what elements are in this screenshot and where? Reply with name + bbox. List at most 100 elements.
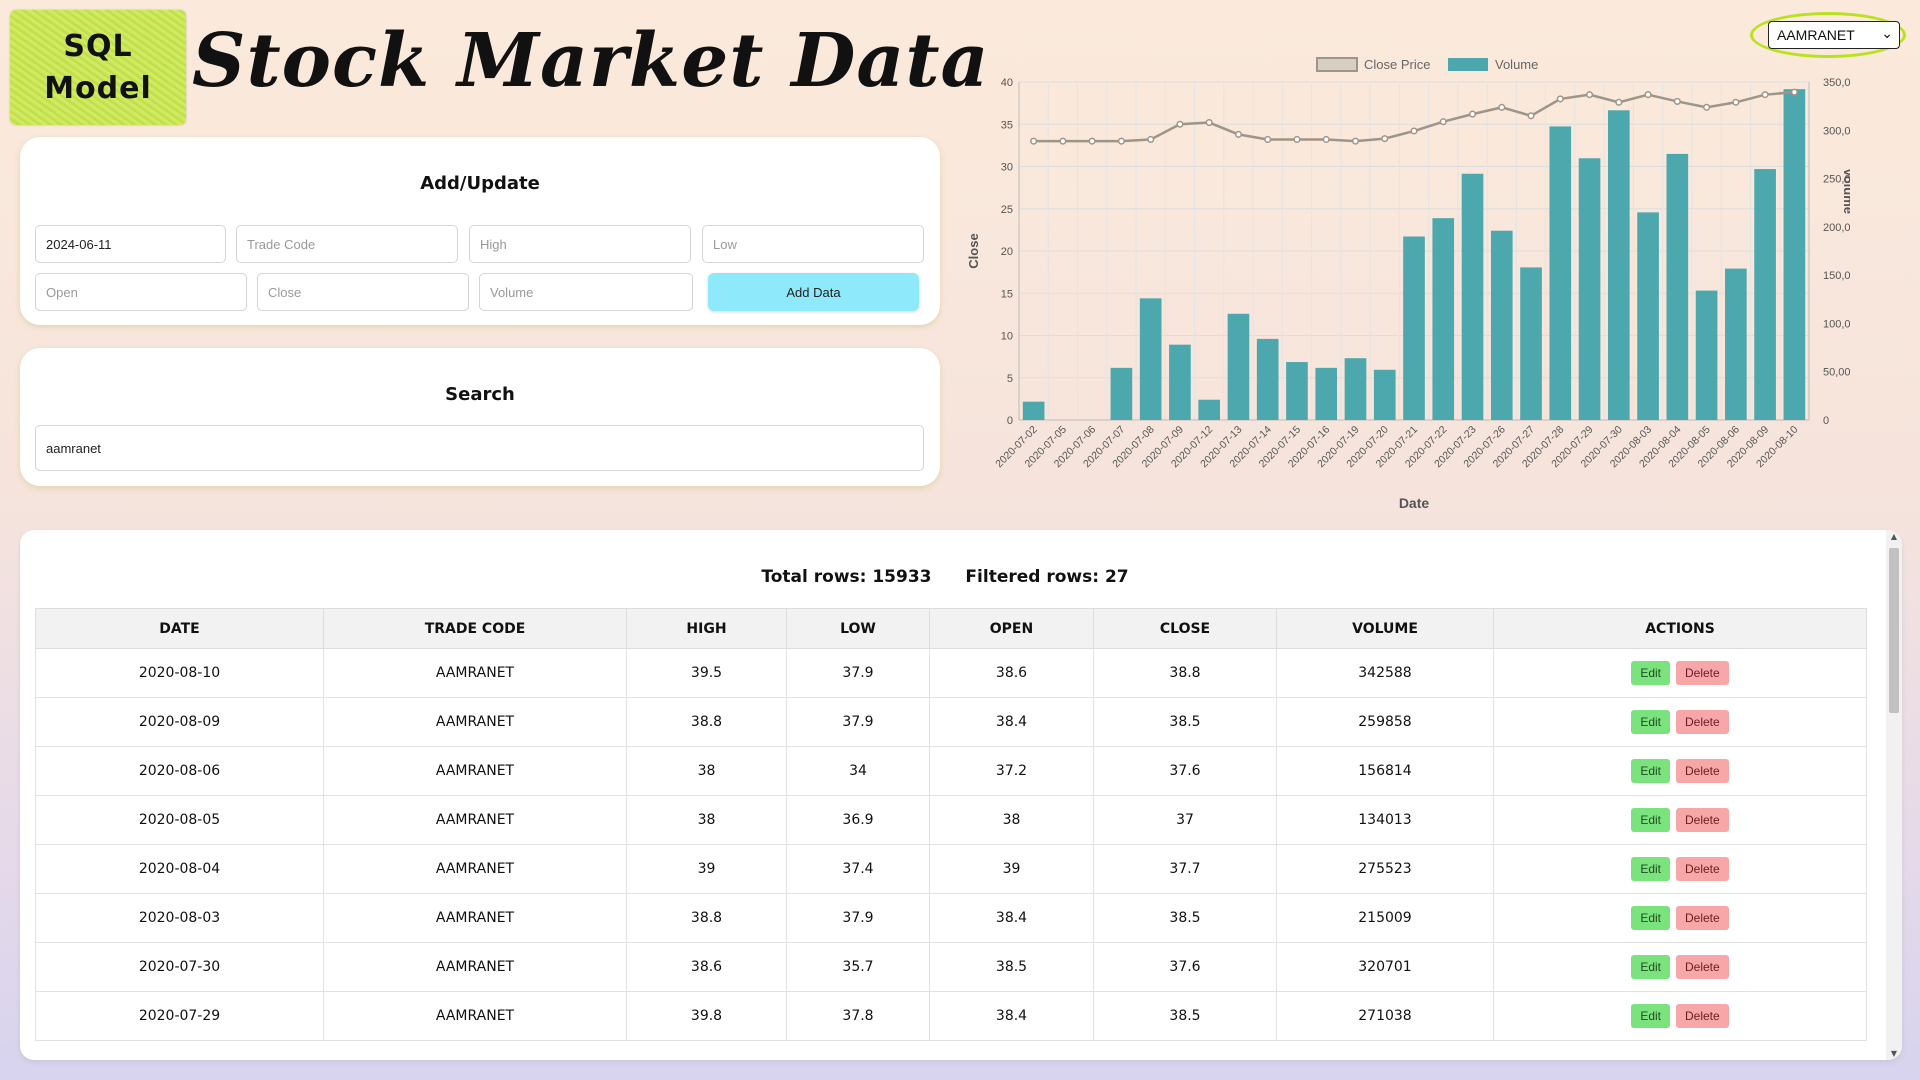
cell-volume: 215009 bbox=[1276, 893, 1494, 943]
total-rows-label: Total rows: 15933 bbox=[761, 567, 932, 587]
delete-button[interactable]: Delete bbox=[1676, 661, 1729, 685]
search-title: Search bbox=[445, 384, 515, 405]
volume-bar bbox=[1666, 153, 1689, 420]
volume-bar bbox=[1286, 362, 1308, 420]
delete-button[interactable]: Delete bbox=[1676, 808, 1729, 832]
volume-input[interactable]: Volume bbox=[479, 273, 693, 311]
y-right-tick-label: 350,000 bbox=[1823, 77, 1850, 89]
col-trade-code: TRADE CODE bbox=[323, 608, 627, 649]
legend-label-volume: Volume bbox=[1495, 57, 1538, 72]
col-actions: ACTIONS bbox=[1493, 608, 1867, 649]
row-totals: Total rows: 15933 Filtered rows: 27 bbox=[20, 567, 1870, 587]
edit-button[interactable]: Edit bbox=[1631, 1004, 1670, 1028]
col-high: HIGH bbox=[626, 608, 787, 649]
cell-actions: Edit Delete bbox=[1493, 893, 1867, 943]
cell-actions: Edit Delete bbox=[1493, 844, 1867, 894]
delete-button[interactable]: Delete bbox=[1676, 1004, 1729, 1028]
cell-actions: Edit Delete bbox=[1493, 746, 1867, 796]
date-input[interactable]: 2024-06-11 bbox=[35, 225, 226, 263]
y-right-tick-label: 200,000 bbox=[1823, 222, 1850, 234]
legend-swatch-close bbox=[1316, 57, 1358, 72]
cell-volume: 342588 bbox=[1276, 648, 1494, 698]
delete-button[interactable]: Delete bbox=[1676, 857, 1729, 881]
y-left-tick-label: 40 bbox=[1001, 77, 1013, 89]
add-update-title: Add/Update bbox=[420, 173, 540, 194]
table-row: 2020-08-06 AAMRANET 38 34 37.2 37.6 156814 Edit… bbox=[35, 746, 1867, 796]
col-close: CLOSE bbox=[1093, 608, 1277, 649]
cell-close: 37.6 bbox=[1093, 746, 1277, 796]
ticker-select[interactable]: AAMRANET ⌄ bbox=[1768, 21, 1900, 49]
edit-button[interactable]: Edit bbox=[1631, 759, 1670, 783]
cell-volume: 156814 bbox=[1276, 746, 1494, 796]
x-axis-title: Date bbox=[1399, 495, 1430, 511]
cell-low: 37.8 bbox=[786, 991, 930, 1041]
table-scrollbar[interactable]: ▲ ▼ bbox=[1886, 530, 1902, 1060]
volume-bar bbox=[1315, 367, 1338, 420]
high-input[interactable]: High bbox=[469, 225, 691, 263]
edit-button[interactable]: Edit bbox=[1631, 906, 1670, 930]
volume-bar bbox=[1169, 344, 1191, 420]
cell-date: 2020-08-06 bbox=[35, 746, 324, 796]
cell-low: 36.9 bbox=[786, 795, 930, 845]
table-row: 2020-07-30 AAMRANET 38.6 35.7 38.5 37.6 320701… bbox=[35, 942, 1867, 992]
legend-label-close: Close Price bbox=[1364, 57, 1430, 72]
edit-button[interactable]: Edit bbox=[1631, 808, 1670, 832]
close-input[interactable]: Close bbox=[257, 273, 469, 311]
trade-code-input[interactable]: Trade Code bbox=[236, 225, 458, 263]
volume-bar bbox=[1344, 358, 1367, 420]
cell-low: 37.9 bbox=[786, 697, 930, 747]
delete-button[interactable]: Delete bbox=[1676, 710, 1729, 734]
low-placeholder: Low bbox=[713, 236, 737, 252]
cell-open: 38.4 bbox=[929, 697, 1094, 747]
edit-button[interactable]: Edit bbox=[1631, 857, 1670, 881]
cell-volume: 259858 bbox=[1276, 697, 1494, 747]
close-price-point bbox=[1410, 127, 1418, 135]
close-price-point bbox=[1030, 137, 1038, 145]
cell-open: 38.4 bbox=[929, 991, 1094, 1041]
logo-line2: Model bbox=[44, 70, 152, 106]
scroll-up-icon[interactable]: ▲ bbox=[1889, 532, 1899, 541]
scroll-down-icon[interactable]: ▼ bbox=[1889, 1049, 1899, 1058]
volume-bar bbox=[1227, 313, 1250, 420]
cell-low: 37.4 bbox=[786, 844, 930, 894]
delete-button[interactable]: Delete bbox=[1676, 906, 1729, 930]
cell-high: 38 bbox=[626, 746, 787, 796]
edit-button[interactable]: Edit bbox=[1631, 710, 1670, 734]
cell-volume: 320701 bbox=[1276, 942, 1494, 992]
cell-close: 37.7 bbox=[1093, 844, 1277, 894]
table-row: 2020-07-29 AAMRANET 39.8 37.8 38.4 38.5 271038… bbox=[35, 991, 1867, 1041]
chevron-down-icon: ⌄ bbox=[1881, 25, 1893, 41]
delete-button[interactable]: Delete bbox=[1676, 955, 1729, 979]
low-input[interactable]: Low bbox=[702, 225, 924, 263]
cell-high: 38 bbox=[626, 795, 787, 845]
close-price-point bbox=[1205, 119, 1213, 127]
close-placeholder: Close bbox=[268, 284, 302, 300]
cell-actions: Edit Delete bbox=[1493, 942, 1867, 992]
cell-low: 35.7 bbox=[786, 942, 930, 992]
add-data-button[interactable]: Add Data bbox=[708, 273, 919, 311]
logo: SQL Model bbox=[10, 10, 186, 125]
table-row: 2020-08-09 AAMRANET 38.8 37.9 38.4 38.5 259858… bbox=[35, 697, 1867, 747]
cell-date: 2020-08-03 bbox=[35, 893, 324, 943]
volume-bar bbox=[1139, 298, 1162, 420]
close-price-point bbox=[1673, 97, 1681, 105]
search-input[interactable]: aamranet bbox=[35, 425, 924, 471]
volume-bar bbox=[1022, 401, 1045, 420]
y-left-tick-label: 10 bbox=[1001, 331, 1013, 343]
cell-high: 38.8 bbox=[626, 697, 787, 747]
y-left-tick-label: 30 bbox=[1001, 162, 1013, 174]
volume-bar bbox=[1725, 268, 1747, 420]
cell-low: 34 bbox=[786, 746, 930, 796]
edit-button[interactable]: Edit bbox=[1631, 661, 1670, 685]
cell-date: 2020-08-05 bbox=[35, 795, 324, 845]
col-low: LOW bbox=[786, 608, 930, 649]
edit-button[interactable]: Edit bbox=[1631, 955, 1670, 979]
open-input[interactable]: Open bbox=[35, 273, 247, 311]
scroll-thumb[interactable] bbox=[1889, 548, 1899, 713]
table-row: 2020-08-04 AAMRANET 39 37.4 39 37.7 275523 Edit… bbox=[35, 844, 1867, 894]
close-price-point bbox=[1615, 98, 1623, 106]
table-row: 2020-08-10 AAMRANET 39.5 37.9 38.6 38.8 342588… bbox=[35, 648, 1867, 698]
volume-bar bbox=[1578, 158, 1601, 420]
cell-high: 39.5 bbox=[626, 648, 787, 698]
delete-button[interactable]: Delete bbox=[1676, 759, 1729, 783]
